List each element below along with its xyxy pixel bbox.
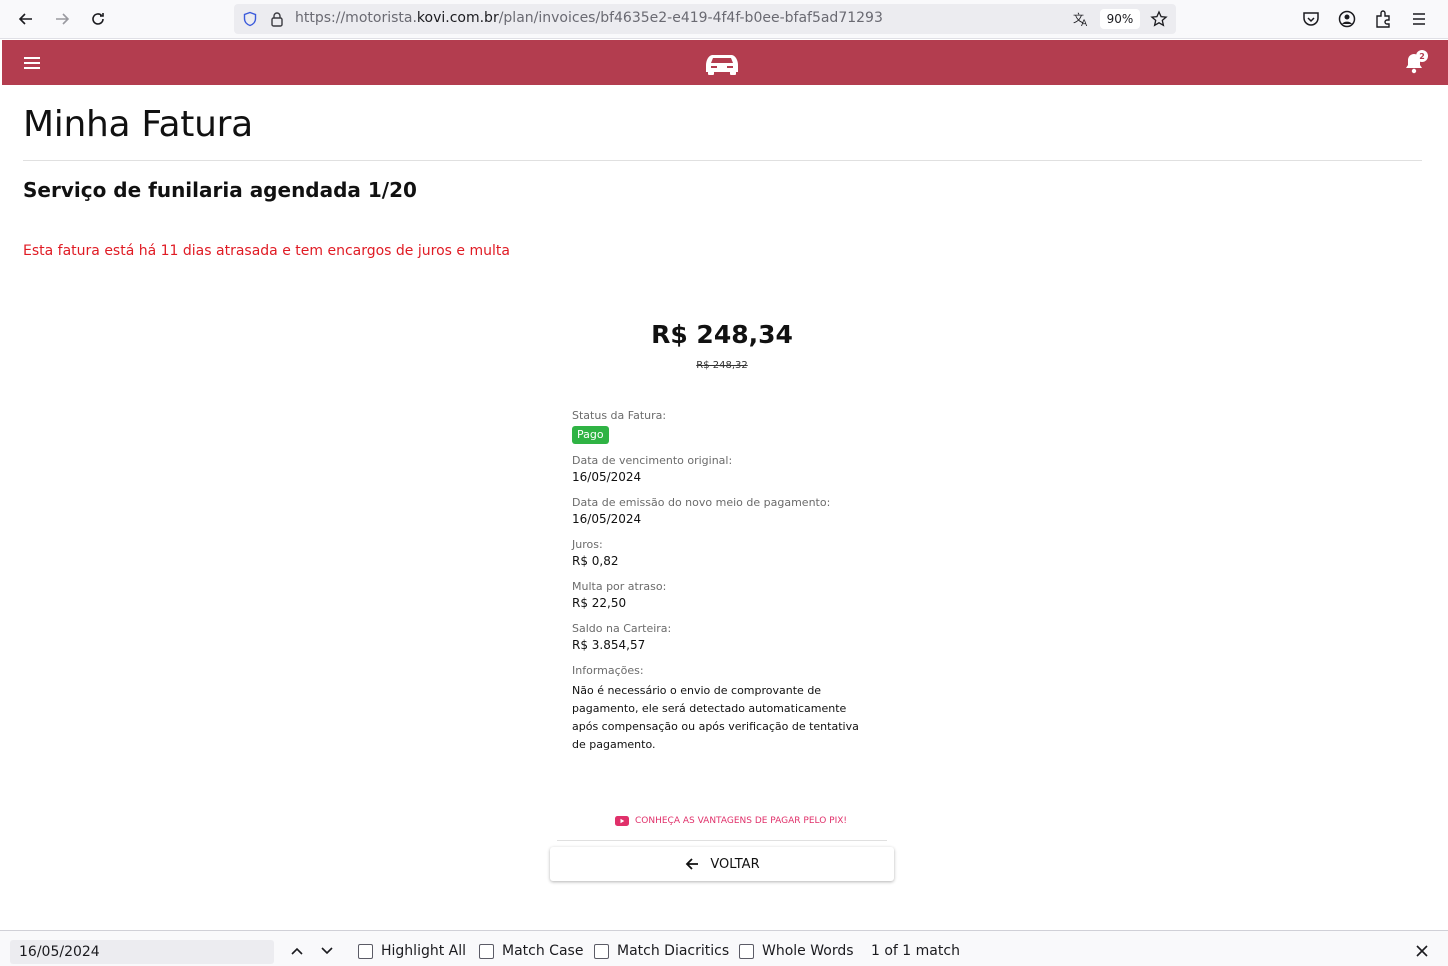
hamburger-menu-icon[interactable]: [22, 53, 42, 73]
info-field: Informações: Não é necessário o envio de…: [572, 664, 892, 754]
youtube-icon: [615, 816, 629, 826]
fine-value: R$ 22,50: [572, 596, 627, 610]
url-text[interactable]: https://motorista.kovi.com.br/plan/invoi…: [295, 10, 883, 26]
status-badge: Pago: [572, 426, 609, 444]
app-header: 2: [2, 40, 1448, 85]
info-text: Não é necessário o envio de comprovante …: [572, 684, 859, 751]
svg-text:A: A: [1081, 19, 1088, 28]
highlight-all-option[interactable]: Highlight All: [358, 943, 466, 959]
match-diacritics-label[interactable]: Match Diacritics: [617, 943, 729, 959]
invoice-amount: R$ 248,34: [651, 320, 793, 349]
extensions-icon[interactable]: [1373, 9, 1393, 29]
match-diacritics-checkbox[interactable]: [594, 943, 609, 959]
whole-words-label[interactable]: Whole Words: [762, 943, 854, 959]
title-divider: [23, 160, 1422, 161]
due-date-label: Data de vencimento original:: [572, 454, 733, 467]
interest-field: Juros: R$ 0,82: [572, 538, 892, 570]
fine-field: Multa por atraso: R$ 22,50: [572, 580, 892, 612]
pix-advantages-link[interactable]: CONHEÇA AS VANTAGENS DE PAGAR PELO PIX!: [615, 816, 847, 826]
shield-icon[interactable]: [242, 11, 258, 27]
find-result-count: 1 of 1 match: [871, 943, 960, 959]
match-diacritics-option[interactable]: Match Diacritics: [594, 943, 729, 959]
pix-divider: [557, 840, 887, 841]
pocket-icon[interactable]: [1301, 9, 1321, 29]
due-date-field: Data de vencimento original: 16/05/2024: [572, 454, 892, 486]
original-amount: R$ 248,32: [696, 360, 748, 371]
back-arrow-icon[interactable]: [12, 6, 40, 32]
interest-label: Juros:: [572, 538, 603, 551]
match-case-checkbox[interactable]: [479, 943, 494, 959]
zoom-level[interactable]: 90%: [1100, 9, 1140, 29]
due-date-value: 16/05/2024: [572, 470, 642, 484]
pix-link-label[interactable]: CONHEÇA AS VANTAGENS DE PAGAR PELO PIX!: [635, 816, 847, 826]
info-label: Informações:: [572, 664, 644, 677]
find-previous-icon[interactable]: [289, 943, 305, 959]
account-icon[interactable]: [1337, 9, 1357, 29]
whole-words-option[interactable]: Whole Words: [739, 943, 854, 959]
back-button[interactable]: VOLTAR: [550, 847, 894, 881]
find-bar: Highlight All Match Case Match Diacritic…: [0, 930, 1448, 966]
translate-icon[interactable]: 文A: [1072, 10, 1090, 28]
wallet-label: Saldo na Carteira:: [572, 622, 672, 635]
url-bar[interactable]: https://motorista.kovi.com.br/plan/invoi…: [234, 4, 1176, 34]
match-case-label[interactable]: Match Case: [502, 943, 583, 959]
wallet-value: R$ 3.854,57: [572, 638, 646, 652]
browser-toolbar: https://motorista.kovi.com.br/plan/invoi…: [0, 0, 1448, 39]
arrow-left-icon: [686, 858, 699, 870]
kovi-car-logo-icon[interactable]: [702, 49, 742, 77]
issue-date-field: Data de emissão do novo meio de pagament…: [572, 496, 892, 528]
whole-words-checkbox[interactable]: [739, 943, 754, 959]
lock-icon[interactable]: [269, 11, 285, 27]
page-title: Minha Fatura: [23, 104, 253, 145]
find-input[interactable]: [10, 940, 274, 964]
interest-value: R$ 0,82: [572, 554, 619, 568]
bookmark-star-icon[interactable]: [1150, 10, 1168, 28]
overdue-alert: Esta fatura está há 11 dias atrasada e t…: [23, 243, 510, 259]
status-field: Status da Fatura: Pago: [572, 409, 892, 444]
reload-icon[interactable]: [84, 6, 112, 32]
find-next-icon[interactable]: [319, 943, 335, 959]
issue-date-value: 16/05/2024: [572, 512, 642, 526]
status-label: Status da Fatura:: [572, 409, 667, 422]
highlight-all-checkbox[interactable]: [358, 943, 373, 959]
close-icon[interactable]: [1414, 943, 1430, 959]
app-menu-icon[interactable]: [1409, 9, 1429, 29]
invoice-subtitle: Serviço de funilaria agendada 1/20: [23, 178, 417, 202]
back-button-label: VOLTAR: [710, 856, 760, 872]
match-case-option[interactable]: Match Case: [479, 943, 583, 959]
invoice-details: Status da Fatura: Pago Data de venciment…: [572, 409, 892, 764]
wallet-field: Saldo na Carteira: R$ 3.854,57: [572, 622, 892, 654]
issue-date-label: Data de emissão do novo meio de pagament…: [572, 496, 831, 509]
forward-arrow-icon[interactable]: [48, 6, 76, 32]
fine-label: Multa por atraso:: [572, 580, 667, 593]
notification-count-badge: 2: [1416, 50, 1428, 62]
highlight-all-label[interactable]: Highlight All: [381, 943, 466, 959]
